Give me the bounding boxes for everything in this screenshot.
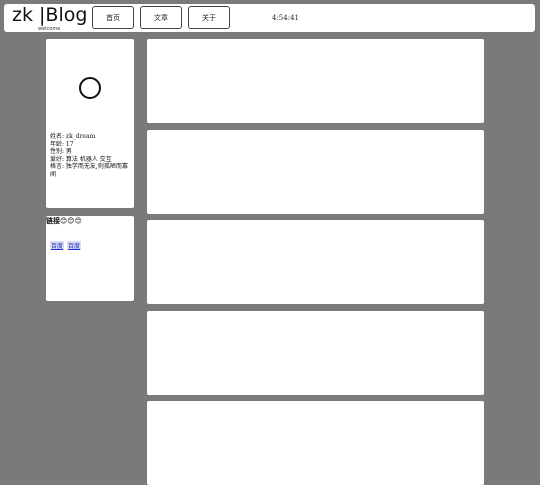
profile-motto: 格言: 独学而无友,则孤陋而寡闻: [50, 163, 128, 178]
profile-gender: 性别: 男: [50, 148, 72, 156]
profile-card: 姓名: zk_dream 年龄: 17 性别: 男 爱好: 算法 机器人 交互 …: [46, 39, 134, 208]
post-card[interactable]: [147, 220, 484, 304]
links-list: 百度 百度: [50, 233, 84, 252]
links-title: 链接😊😊😊: [46, 217, 82, 225]
profile-info: 姓名: zk_dream 年龄: 17 性别: 男 爱好: 算法 机器人 交互 …: [50, 133, 132, 179]
nav-home-button[interactable]: 首页: [92, 6, 134, 29]
post-card[interactable]: [147, 311, 484, 395]
post-card[interactable]: [147, 130, 484, 214]
nav-about-button[interactable]: 关于: [188, 6, 230, 29]
post-card[interactable]: [147, 401, 484, 485]
post-card[interactable]: [147, 39, 484, 123]
top-navbar: zk |Blog welcome 首页 文章 关于 4:54:41: [4, 4, 535, 32]
welcome-subtitle: welcome: [38, 26, 61, 32]
links-card: 链接😊😊😊 百度 百度: [46, 216, 134, 301]
nav-articles-button[interactable]: 文章: [140, 6, 182, 29]
circle-avatar-icon: [79, 77, 101, 99]
link-baidu-2[interactable]: 百度: [67, 241, 82, 250]
link-baidu-1[interactable]: 百度: [50, 241, 65, 250]
profile-name: 姓名: zk_dream: [50, 133, 96, 140]
clock-time: 4:54:41: [272, 14, 299, 22]
